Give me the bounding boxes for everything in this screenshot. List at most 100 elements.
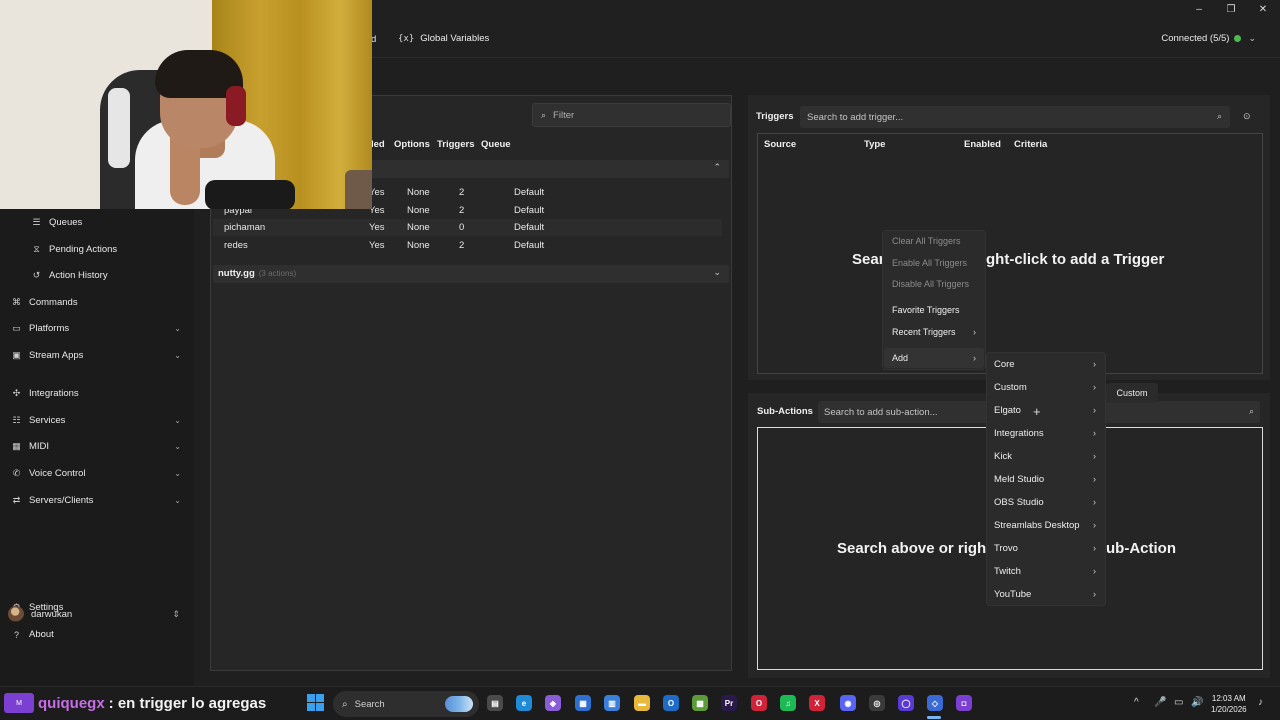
sidebar-item-about[interactable]: ? About — [11, 629, 181, 640]
files-app-icon[interactable]: ▤ — [487, 695, 503, 711]
chevron-right-icon: › — [973, 353, 976, 363]
tooltip-custom: Custom — [1106, 383, 1158, 403]
taskbar-search-input[interactable] — [354, 698, 425, 710]
chat-overlay: M quiquegx : en trigger lo agregas — [4, 693, 266, 713]
sidebar-item-voice-control[interactable]: ✆ Voice Control ⌄ — [11, 468, 181, 479]
explorer-app-icon[interactable]: ▬ — [634, 695, 650, 711]
store-app-icon[interactable]: ▥ — [604, 695, 620, 711]
action-options: None — [407, 205, 430, 216]
subaction-search-input[interactable] — [824, 406, 974, 418]
submenu-item-youtube[interactable]: YouTube › — [994, 589, 1096, 600]
streamerbot-app-icon[interactable]: ◇ — [927, 695, 943, 711]
minecraft-app-icon[interactable]: ▩ — [692, 695, 708, 711]
copilot-app-icon[interactable]: ◆ — [545, 695, 561, 711]
twitch-app-icon[interactable]: ◘ — [956, 695, 972, 711]
filter-field[interactable]: ⌕ — [532, 103, 731, 127]
sidebar-item-label: Queues — [49, 217, 83, 228]
user-profile[interactable]: darwukan ⇕ — [8, 606, 180, 622]
action-options: None — [407, 187, 430, 198]
connection-status[interactable]: Connected (5/5) ⌄ — [1161, 33, 1256, 44]
discord-app-icon[interactable]: ◉ — [840, 695, 856, 711]
search-icon: ⌕ — [1248, 406, 1254, 416]
global-variables-label: Global Variables — [420, 33, 490, 44]
windows-start-icon[interactable] — [307, 694, 325, 712]
menu-item-clear-all-triggers[interactable]: Clear All Triggers — [892, 236, 976, 246]
trigger-hint-right: ght-click to add a Trigger — [986, 251, 1165, 268]
minimize-button[interactable]: – — [1192, 4, 1206, 15]
clock-time: 12:03 AM — [1211, 694, 1246, 703]
sidebar-item-stream-apps[interactable]: ▣ Stream Apps ⌄ — [11, 350, 181, 361]
calendar-app-icon[interactable]: ▦ — [575, 695, 591, 711]
table-row[interactable]: redes Yes None 2 Default — [213, 237, 722, 254]
edge-app-icon[interactable]: e — [516, 695, 532, 711]
submenu-item-integrations[interactable]: Integrations › — [994, 428, 1096, 439]
sidebar-item-label: Stream Apps — [29, 350, 84, 361]
outlook-app-icon[interactable]: O — [663, 695, 679, 711]
sidebar-item-servers-clients[interactable]: ⇄ Servers/Clients ⌄ — [11, 495, 181, 506]
submenu-item-core[interactable]: Core › — [994, 359, 1096, 370]
history-icon: ↺ — [32, 270, 41, 280]
action-group-header[interactable]: nutty.gg (3 actions) ⌄ — [213, 265, 729, 283]
submenu-item-obs-studio[interactable]: OBS Studio › — [994, 497, 1096, 508]
action-enabled: Yes — [369, 240, 385, 251]
column-type[interactable]: Type — [864, 139, 885, 150]
column-source[interactable]: Source — [764, 139, 796, 150]
sidebar-item-commands[interactable]: ⌘ Commands — [11, 297, 181, 308]
chevron-right-icon: › — [1093, 474, 1096, 484]
premiere-app-icon[interactable]: Pr — [721, 695, 737, 711]
group-name: nutty.gg — [218, 268, 255, 279]
sidebar-item-pending-actions[interactable]: ⧖ Pending Actions — [31, 244, 201, 255]
table-row-selected[interactable]: pichaman Yes None 0 Default — [213, 219, 722, 236]
column-triggers[interactable]: Triggers — [437, 139, 475, 150]
tray-overflow-icon[interactable]: ^ — [1134, 697, 1139, 708]
chevron-right-icon: › — [1093, 428, 1096, 438]
submenu-item-kick[interactable]: Kick › — [994, 451, 1096, 462]
close-button[interactable]: ✕ — [1256, 4, 1270, 15]
clock-date: 1/20/2026 — [1211, 705, 1247, 714]
trigger-search-field[interactable]: ⌕ — [800, 106, 1230, 128]
submenu-item-custom[interactable]: Custom › — [994, 382, 1096, 393]
microphone-icon[interactable]: 🎤 — [1154, 697, 1166, 708]
sidebar-item-integrations[interactable]: ✣ Integrations — [11, 388, 181, 399]
submenu-item-streamlabs-desktop[interactable]: Streamlabs Desktop › — [994, 520, 1096, 531]
trigger-search-input[interactable] — [807, 111, 1187, 123]
volume-icon[interactable]: 🔊 — [1191, 697, 1203, 708]
submenu-item-elgato[interactable]: Elgato › — [994, 405, 1096, 416]
about-icon: ? — [13, 629, 19, 640]
chrome-app-icon[interactable]: ◎ — [869, 695, 885, 711]
options-icon[interactable]: ⊙ — [1243, 111, 1251, 122]
submenu-item-trovo[interactable]: Trovo › — [994, 543, 1096, 554]
opera-app-icon[interactable]: O — [751, 695, 767, 711]
submenu-item-twitch[interactable]: Twitch › — [994, 566, 1096, 577]
network-icon[interactable]: ▭ — [1174, 697, 1183, 708]
filter-input[interactable] — [553, 109, 714, 121]
column-enabled[interactable]: Enabled — [964, 139, 1001, 150]
midi-icon: ▦ — [12, 441, 21, 451]
sidebar-item-action-history[interactable]: ↺ Action History — [31, 270, 201, 281]
spotify-app-icon[interactable]: ♫ — [780, 695, 796, 711]
column-options[interactable]: Options — [394, 139, 430, 150]
menu-item-recent-triggers[interactable]: Recent Triggers › — [892, 327, 976, 337]
sidebar-item-platforms[interactable]: ▭ Platforms ⌄ — [11, 323, 181, 334]
column-queue[interactable]: Queue — [481, 139, 511, 150]
menu-item-add[interactable]: Add › — [892, 353, 976, 363]
x-app-icon[interactable]: X — [809, 695, 825, 711]
column-enabled[interactable]: led — [371, 139, 385, 150]
menu-item-disable-all-triggers[interactable]: Disable All Triggers — [892, 279, 976, 289]
taskbar-clock[interactable]: 12:03 AM 1/20/2026 — [1211, 693, 1247, 715]
chevron-right-icon: › — [1093, 520, 1096, 530]
sidebar-item-services[interactable]: ☷ Services ⌄ — [11, 415, 181, 426]
circle-app-icon[interactable]: ◯ — [898, 695, 914, 711]
column-criteria[interactable]: Criteria — [1014, 139, 1047, 150]
taskbar-search[interactable]: ⌕ — [333, 691, 479, 717]
submenu-item-label: OBS Studio — [994, 497, 1044, 508]
sidebar-item-midi[interactable]: ▦ MIDI ⌄ — [11, 441, 181, 452]
maximize-button[interactable]: ❐ — [1224, 4, 1238, 15]
menu-item-enable-all-triggers[interactable]: Enable All Triggers — [892, 258, 976, 268]
sidebar-item-queues[interactable]: ☰ Queues — [31, 217, 201, 228]
menu-item-label: Recent Triggers — [892, 327, 956, 337]
tab-global-variables[interactable]: {x} Global Variables — [398, 33, 489, 44]
submenu-item-meld-studio[interactable]: Meld Studio › — [994, 474, 1096, 485]
menu-item-favorite-triggers[interactable]: Favorite Triggers — [892, 305, 976, 315]
notification-bell-icon[interactable]: ♪ — [1258, 697, 1263, 708]
